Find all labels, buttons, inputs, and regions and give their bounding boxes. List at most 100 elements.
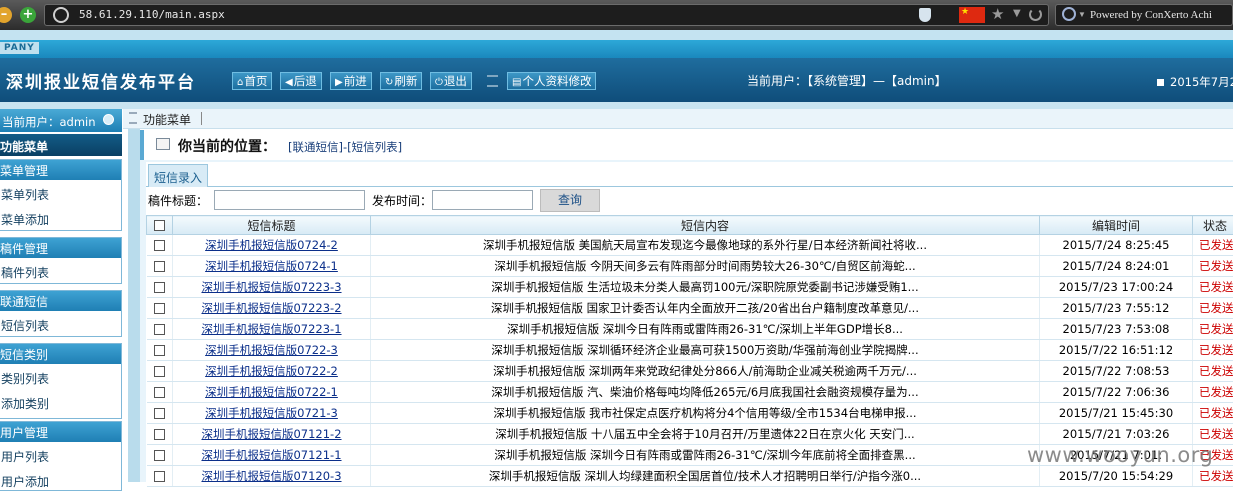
sidebar-item-menu-add[interactable]: 菜单添加 bbox=[0, 205, 121, 230]
sidebar-item-user-add[interactable]: 用户添加 bbox=[0, 467, 121, 492]
separator bbox=[201, 112, 202, 125]
sidebar-item-user-list[interactable]: 用户列表 bbox=[0, 442, 121, 467]
sidebar-divider[interactable] bbox=[128, 109, 140, 482]
row-checkbox[interactable] bbox=[154, 408, 165, 419]
select-all-checkbox[interactable] bbox=[154, 220, 165, 231]
column-header[interactable]: 编辑时间 bbox=[1040, 216, 1193, 235]
powered-by-text: Powered by ConXerto Achi bbox=[1090, 9, 1212, 21]
date-label: 发布时间： bbox=[372, 192, 432, 209]
row-checkbox[interactable] bbox=[154, 450, 165, 461]
column-header[interactable]: 短信标题 bbox=[173, 216, 371, 235]
sms-title-link[interactable]: 深圳手机报短信版07223-3 bbox=[201, 280, 341, 294]
dropdown-icon[interactable]: ▼ bbox=[1013, 8, 1021, 19]
forward-button[interactable]: ▶前进 bbox=[330, 72, 372, 90]
search-engine-box[interactable]: ▼ Powered by ConXerto Achi bbox=[1055, 4, 1233, 26]
arrow-right-icon: ▶ bbox=[335, 77, 343, 88]
column-header[interactable]: 状态 bbox=[1193, 216, 1233, 235]
china-flag-icon: ★ bbox=[959, 7, 985, 23]
row-checkbox[interactable] bbox=[154, 282, 165, 293]
row-checkbox[interactable] bbox=[154, 387, 165, 398]
datetime-text: 2015年7月24 bbox=[1170, 75, 1233, 89]
sms-title-link[interactable]: 深圳手机报短信版0724-1 bbox=[205, 259, 338, 273]
query-button[interactable]: 查询 bbox=[540, 189, 600, 212]
browser-toolbar: – + 58.61.29.110/main.aspx ★ ★ ▼ ▼ Power… bbox=[0, 0, 1233, 30]
sms-title-link[interactable]: 深圳手机报短信版07120-3 bbox=[201, 469, 341, 483]
title-cell: 深圳手机报短信版0722-2 bbox=[173, 361, 371, 382]
content-cell: 深圳手机报短信版 深圳人均绿建面积全国居首位/技术人才招聘明日举行/沪指今涨0.… bbox=[371, 466, 1040, 487]
sidebar-item-category-add[interactable]: 添加类别 bbox=[0, 389, 121, 414]
sms-title-link[interactable]: 深圳手机报短信版0721-3 bbox=[205, 406, 338, 420]
content-cell: 深圳手机报短信版 汽、柴油价格每吨均降低265元/6月底我国社会融资规模存量为.… bbox=[371, 382, 1040, 403]
logout-button[interactable]: ⏻退出 bbox=[430, 72, 472, 90]
row-select-cell bbox=[147, 340, 173, 361]
refresh-button[interactable]: ↻刷新 bbox=[380, 72, 422, 90]
add-tab-icon[interactable]: + bbox=[20, 7, 36, 23]
content-cell: 深圳手机报短信版 今阴天间多云有阵雨部分时间雨势较大26-30℃/自贸区前海蛇.… bbox=[371, 256, 1040, 277]
status-cell: 已发送 bbox=[1193, 466, 1233, 487]
title-label: 稿件标题： bbox=[148, 192, 208, 209]
row-checkbox[interactable] bbox=[154, 345, 165, 356]
date-search-input[interactable] bbox=[432, 190, 533, 210]
current-user-info: 当前用户：【系统管理】—【admin】 bbox=[747, 72, 947, 89]
row-checkbox[interactable] bbox=[154, 471, 165, 482]
back-button[interactable]: ◀后退 bbox=[280, 72, 322, 90]
star-icon[interactable]: ★ bbox=[991, 5, 1004, 23]
content-cell: 深圳手机报短信版 生活垃圾未分类人最高罚100元/深职院原党委副书记涉嫌受贿1.… bbox=[371, 277, 1040, 298]
title-cell: 深圳手机报短信版0721-3 bbox=[173, 403, 371, 424]
row-checkbox[interactable] bbox=[154, 240, 165, 251]
row-checkbox[interactable] bbox=[154, 324, 165, 335]
main-panel: 你当前的位置： [联通短信]-[短信列表] 短信录入 稿件标题： 发布时间： 查… bbox=[140, 130, 1233, 482]
content-area: 短信录入 稿件标题： 发布时间： 查询 短信标题 短信内容 编辑时间 状态 深圳… bbox=[146, 162, 1233, 482]
sms-title-link[interactable]: 深圳手机报短信版0722-3 bbox=[205, 343, 338, 357]
sms-title-link[interactable]: 深圳手机报短信版07223-2 bbox=[201, 301, 341, 315]
home-button[interactable]: ⌂首页 bbox=[232, 72, 272, 90]
group-header[interactable]: 稿件管理 bbox=[0, 238, 121, 258]
sidebar-item-sms-list[interactable]: 短信列表 bbox=[0, 311, 121, 336]
tab-sms-entry[interactable]: 短信录入 bbox=[148, 164, 208, 187]
shield-icon[interactable] bbox=[919, 8, 931, 22]
datetime: 2015年7月24 bbox=[1170, 74, 1233, 90]
sidebar-item-category-list[interactable]: 类别列表 bbox=[0, 364, 121, 389]
home-label: 首页 bbox=[244, 74, 267, 88]
column-header[interactable]: 短信内容 bbox=[371, 216, 1040, 235]
address-bar[interactable]: 58.61.29.110/main.aspx ★ ★ ▼ bbox=[44, 4, 1049, 26]
content-cell: 深圳手机报短信版 深圳循环经济企业最高可获1500万资助/华强前海创业学院揭牌.… bbox=[371, 340, 1040, 361]
sidebar-item-menu-list[interactable]: 菜单列表 bbox=[0, 180, 121, 205]
reload-icon[interactable] bbox=[1029, 8, 1042, 21]
content-cell: 深圳手机报短信版 美国航天局宣布发现迄今最像地球的系外行星/日本经济新闻社将收.… bbox=[371, 235, 1040, 256]
sms-title-link[interactable]: 深圳手机报短信版0722-1 bbox=[205, 385, 338, 399]
menu-group-user: 用户管理 用户列表 用户添加 bbox=[0, 421, 122, 491]
sms-title-link[interactable]: 深圳手机报短信版07121-1 bbox=[201, 448, 341, 462]
table-row: 深圳手机报短信版0724-2 深圳手机报短信版 美国航天局宣布发现迄今最像地球的系… bbox=[147, 235, 1233, 256]
select-all-cell bbox=[147, 216, 173, 235]
time-cell: 2015/7/21 7:03:26 bbox=[1040, 424, 1193, 445]
row-checkbox[interactable] bbox=[154, 261, 165, 272]
row-checkbox[interactable] bbox=[154, 366, 165, 377]
sidebar-user-label: 当前用户：admin bbox=[2, 115, 96, 129]
group-header[interactable]: 用户管理 bbox=[0, 422, 121, 442]
title-cell: 深圳手机报短信版0724-2 bbox=[173, 235, 371, 256]
location-path: [联通短信]-[短信列表] bbox=[288, 139, 402, 155]
content-cell: 深圳手机报短信版 国家卫计委否认年内全面放开二孩/20省出台户籍制度改革意见/.… bbox=[371, 298, 1040, 319]
book-icon bbox=[156, 138, 170, 150]
globe-icon bbox=[53, 7, 69, 23]
row-checkbox[interactable] bbox=[154, 303, 165, 314]
home-icon: ⌂ bbox=[237, 77, 243, 88]
function-bar: 功能菜单 bbox=[123, 109, 1233, 129]
sms-title-link[interactable]: 深圳手机报短信版0722-2 bbox=[205, 364, 338, 378]
sms-title-link[interactable]: 深圳手机报短信版0724-2 bbox=[205, 238, 338, 252]
title-search-input[interactable] bbox=[214, 190, 365, 210]
sidebar-item-manuscript-list[interactable]: 稿件列表 bbox=[0, 258, 121, 283]
group-header[interactable]: 菜单管理 bbox=[0, 160, 121, 180]
company-label: PANY bbox=[0, 42, 39, 54]
row-checkbox[interactable] bbox=[154, 429, 165, 440]
minimize-icon[interactable]: – bbox=[0, 7, 12, 23]
profile-edit-button[interactable]: ▤个人资料修改 bbox=[507, 72, 596, 90]
sms-title-link[interactable]: 深圳手机报短信版07121-2 bbox=[201, 427, 341, 441]
group-header[interactable]: 短信类别 bbox=[0, 344, 121, 364]
sms-title-link[interactable]: 深圳手机报短信版07223-1 bbox=[201, 322, 341, 336]
table-row: 深圳手机报短信版0722-3 深圳手机报短信版 深圳循环经济企业最高可获1500万… bbox=[147, 340, 1233, 361]
row-select-cell bbox=[147, 235, 173, 256]
group-header[interactable]: 联通短信 bbox=[0, 291, 121, 311]
time-cell: 2015/7/22 7:08:53 bbox=[1040, 361, 1193, 382]
